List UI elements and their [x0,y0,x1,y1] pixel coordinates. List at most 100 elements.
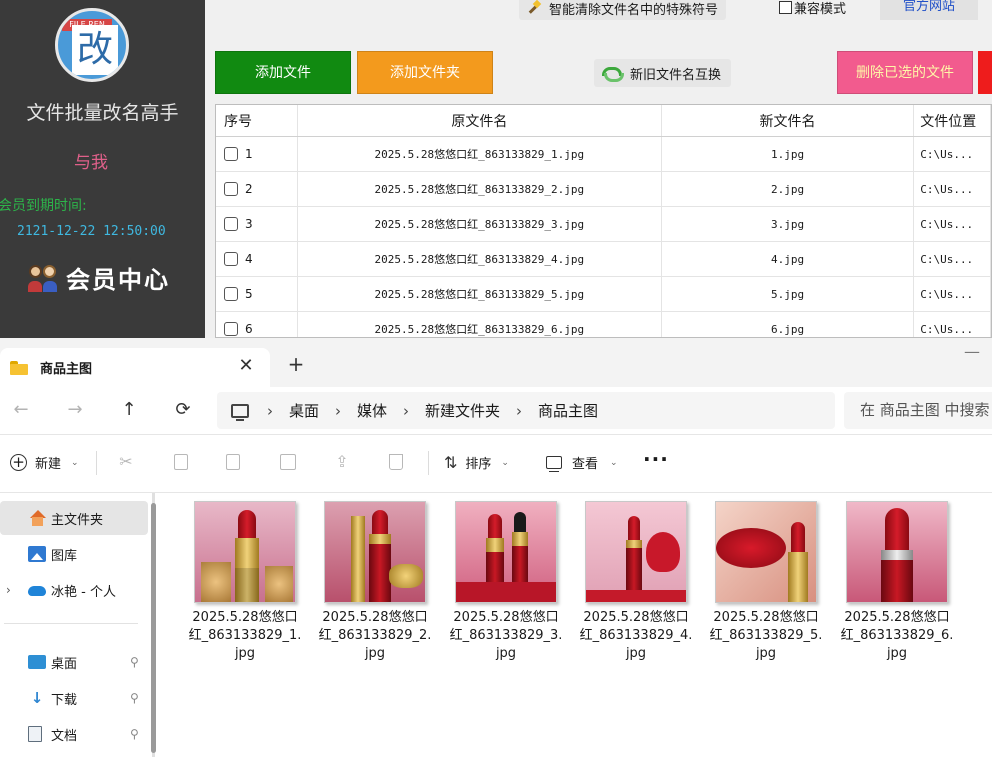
gold-decor [389,564,423,588]
row-checkbox[interactable] [224,252,238,266]
clean-special-chars-label: 智能清除文件名中的特殊符号 [549,2,719,18]
up-arrow-icon[interactable]: ↑ [118,399,140,421]
table-row[interactable]: 1 2025.5.28悠悠口红_863133829_1.jpg 1.jpg C:… [216,137,991,172]
breadcrumb-separator-icon: › [516,401,523,420]
new-tab-icon[interactable]: + [286,354,306,374]
delete-icon[interactable] [389,454,403,470]
row-index-cell: 2 [216,172,298,206]
copy-icon[interactable] [174,454,188,470]
desktop-icon [28,655,46,669]
row-number: 1 [245,147,253,161]
clean-special-chars-button[interactable]: 智能清除文件名中的特殊符号 [519,0,727,20]
explorer-tab-bar: 商品主图 ✕ + — [0,338,992,387]
about-link[interactable]: 与我 [0,148,182,173]
partial-red-button[interactable] [978,51,992,94]
compat-mode-checkbox[interactable]: 兼容模式 [779,0,846,17]
sidebar-item-onedrive[interactable]: › 冰艳 - 个人 [0,573,116,607]
breadcrumb-separator-icon: › [403,401,410,420]
sidebar-item-home[interactable]: 主文件夹 [0,501,148,535]
tab-current-folder[interactable]: 商品主图 ✕ [0,348,270,387]
table-row[interactable]: 5 2025.5.28悠悠口红_863133829_5.jpg 5.jpg C:… [216,277,991,312]
row-checkbox[interactable] [224,217,238,231]
lipstick-shape [235,510,259,602]
sidebar-item-label: 下载 [51,692,78,708]
pin-icon[interactable]: ⚲ [130,655,139,669]
navigation-pane: 主文件夹 图库 › 冰艳 - 个人 桌面 ⚲ ↓ 下载 ⚲ 文档 ⚲ [0,493,160,757]
file-name: 2025.5.28悠悠口红_863133829_6.jpg [840,610,954,661]
nav-pane-scrollbar[interactable] [151,493,156,757]
row-checkbox[interactable] [224,182,238,196]
file-item[interactable]: 2025.5.28悠悠口红_863133829_3.jpg [443,501,569,663]
address-bar[interactable]: › 桌面 › 媒体 › 新建文件夹 › 商品主图 [217,392,835,429]
col-header-new[interactable]: 新文件名 [662,105,915,136]
table-row[interactable]: 3 2025.5.28悠悠口红_863133829_3.jpg 3.jpg C:… [216,207,991,242]
sidebar-item-downloads[interactable]: ↓ 下载 ⚲ [0,681,150,715]
rename-icon[interactable] [280,454,296,470]
view-button[interactable]: 查看 ⌄ [546,453,618,472]
new-name-cell: 2.jpg [662,172,915,206]
file-item[interactable]: 2025.5.28悠悠口红_863133829_4.jpg [573,501,699,663]
app-logo-icon: FILE REN 改 [55,8,129,82]
view-icon [546,456,562,472]
compat-mode-label: 兼容模式 [794,2,847,17]
refresh-icon[interactable]: ⟳ [172,399,194,421]
nav-divider [4,623,138,624]
new-item-button[interactable]: + 新建 ⌄ [10,453,79,472]
sidebar-item-label: 文档 [51,728,78,744]
breadcrumb-media[interactable]: 媒体 [357,400,387,421]
share-icon[interactable]: ⇪ [332,452,352,472]
file-grid: 2025.5.28悠悠口红_863133829_1.jpg 2025.5.28悠… [165,493,992,757]
image-thumbnail [324,501,426,603]
row-checkbox[interactable] [224,322,238,336]
paste-icon[interactable] [226,454,240,470]
add-folder-button[interactable]: 添加文件夹 [357,51,493,94]
file-item[interactable]: 2025.5.28悠悠口红_863133829_6.jpg [834,501,960,663]
sidebar-item-documents[interactable]: 文档 ⚲ [0,717,150,751]
pin-icon[interactable]: ⚲ [130,727,139,741]
table-row[interactable]: 2 2025.5.28悠悠口红_863133829_2.jpg 2.jpg C:… [216,172,991,207]
forward-arrow-icon[interactable]: → [64,399,86,421]
close-tab-icon[interactable]: ✕ [236,356,256,376]
row-number: 6 [245,322,253,336]
people-icon [28,264,60,292]
col-header-index[interactable]: 序号 [216,105,298,136]
location-cell: C:\Us... [914,207,991,241]
breadcrumb-new-folder[interactable]: 新建文件夹 [425,400,500,421]
new-item-label: 新建 [35,457,62,472]
back-arrow-icon[interactable]: ← [10,399,32,421]
file-item[interactable]: 2025.5.28悠悠口红_863133829_1.jpg [182,501,308,663]
col-header-original[interactable]: 原文件名 [298,105,662,136]
file-item[interactable]: 2025.5.28悠悠口红_863133829_5.jpg [703,501,829,663]
sort-arrows-icon: ⇅ [444,453,458,472]
row-checkbox[interactable] [224,287,238,301]
sort-button[interactable]: ⇅ 排序 ⌄ [444,453,509,472]
swap-names-button[interactable]: 新旧文件名互换 [594,59,732,87]
search-input[interactable]: 在 商品主图 中搜索 [844,392,992,429]
member-center-button[interactable]: 会员中心 [28,260,170,295]
more-options-icon[interactable]: ··· [643,447,669,471]
file-table: 序号 原文件名 新文件名 文件位置 1 2025.5.28悠悠口红_863133… [215,104,992,338]
location-cell: C:\Us... [914,172,991,206]
breadcrumb-current[interactable]: 商品主图 [538,400,598,421]
official-site-button[interactable]: 官方网站 [880,0,978,20]
sidebar-item-label: 图库 [51,548,78,564]
sidebar-item-desktop[interactable]: 桌面 ⚲ [0,645,150,679]
breadcrumb-desktop[interactable]: 桌面 [289,400,319,421]
pin-icon[interactable]: ⚲ [130,691,139,705]
new-name-cell: 4.jpg [662,242,915,276]
sidebar-item-gallery[interactable]: 图库 [0,537,77,571]
cut-icon[interactable]: ✂ [116,452,136,472]
expand-arrow-icon[interactable]: › [6,583,18,597]
row-index-cell: 3 [216,207,298,241]
table-row[interactable]: 6 2025.5.28悠悠口红_863133829_6.jpg 6.jpg C:… [216,312,991,337]
minimize-icon[interactable]: — [964,342,980,361]
toolbar-divider [96,451,97,475]
col-header-location[interactable]: 文件位置 [914,105,991,136]
row-checkbox[interactable] [224,147,238,161]
lipstick-shape [369,510,391,602]
file-item[interactable]: 2025.5.28悠悠口红_863133829_2.jpg [312,501,438,663]
original-name-cell: 2025.5.28悠悠口红_863133829_3.jpg [298,207,662,241]
table-row[interactable]: 4 2025.5.28悠悠口红_863133829_4.jpg 4.jpg C:… [216,242,991,277]
delete-selected-button[interactable]: 删除已选的文件 [837,51,973,94]
add-file-button[interactable]: 添加文件 [215,51,351,94]
